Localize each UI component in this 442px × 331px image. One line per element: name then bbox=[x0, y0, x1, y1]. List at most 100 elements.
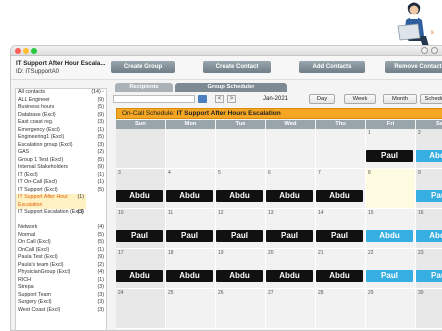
oncall-event[interactable]: Paul bbox=[216, 230, 263, 242]
oncall-event[interactable]: Paul bbox=[366, 270, 413, 282]
sidebar-group-item[interactable]: Paula Test (Excl) (9) bbox=[16, 254, 106, 262]
sidebar-group-item[interactable]: Internal Stakeholders (9) bbox=[16, 164, 106, 172]
sidebar-group-item[interactable]: Strepa (3) bbox=[16, 284, 106, 292]
sidebar-group-item[interactable]: IT Support (Excl) (5) bbox=[16, 187, 106, 195]
date-input[interactable] bbox=[113, 95, 195, 103]
oncall-event[interactable]: Abdu bbox=[216, 270, 263, 282]
sidebar-group-item[interactable]: RICH (1) bbox=[16, 277, 106, 285]
oncall-event[interactable]: Abdu bbox=[416, 230, 442, 242]
oncall-event[interactable]: Paul bbox=[166, 230, 213, 242]
day-cell[interactable]: 30 bbox=[416, 289, 442, 329]
oncall-event[interactable]: Abdu bbox=[166, 190, 213, 202]
next-month-button[interactable]: > bbox=[227, 95, 236, 103]
day-cell[interactable]: 29 bbox=[366, 289, 416, 329]
restore-icon[interactable] bbox=[431, 47, 438, 54]
sidebar-group-item[interactable]: On Call (Excl) (5) bbox=[16, 239, 106, 247]
minimize-window-icon[interactable] bbox=[23, 48, 29, 54]
tab-group-scheduler[interactable]: Group Scheduler bbox=[175, 83, 287, 92]
oncall-event[interactable]: Abdu bbox=[116, 270, 163, 282]
oncall-event[interactable]: Abdu bbox=[116, 190, 163, 202]
sidebar-group-item[interactable]: IT On-Call (Excl) (1) bbox=[16, 179, 106, 187]
sidebar-group-item[interactable]: ALL Engineer (9) bbox=[16, 97, 106, 105]
sidebar-group-item[interactable]: Business hours (5) bbox=[16, 104, 106, 112]
oncall-event[interactable]: Paul bbox=[366, 150, 413, 162]
sidebar-group-item[interactable]: East coast reg. (3) bbox=[16, 119, 106, 127]
day-cell[interactable]: 5 bbox=[216, 169, 266, 209]
sidebar-group-item[interactable]: Engineering1 (Excl) (5) bbox=[16, 134, 106, 142]
close-window-icon[interactable] bbox=[15, 48, 21, 54]
sidebar-group-item[interactable]: Network (4) bbox=[16, 224, 106, 232]
day-cell[interactable]: 13 bbox=[266, 209, 316, 249]
day-cell[interactable]: 4 bbox=[166, 169, 216, 209]
day-cell[interactable] bbox=[316, 129, 366, 169]
tab-recipients[interactable]: Recipients bbox=[115, 83, 173, 92]
day-cell[interactable]: 7 bbox=[316, 169, 366, 209]
day-cell[interactable] bbox=[116, 129, 166, 169]
oncall-event[interactable]: Paul bbox=[266, 230, 313, 242]
sidebar-group-item[interactable]: Group 1 Test (Excl) (5) bbox=[16, 157, 106, 165]
sidebar-group-item[interactable]: IT Support Escalation (Excl) (3) bbox=[16, 209, 86, 224]
day-cell[interactable]: 26 bbox=[216, 289, 266, 329]
day-cell[interactable] bbox=[266, 129, 316, 169]
day-cell[interactable]: 28 bbox=[316, 289, 366, 329]
oncall-event[interactable]: Paul bbox=[316, 230, 363, 242]
sidebar-group-item[interactable]: Paula's team (Excl) (2) bbox=[16, 262, 106, 270]
day-cell[interactable]: 17 bbox=[116, 249, 166, 289]
sidebar-group-item[interactable]: West Coast (Excl) (3) bbox=[16, 307, 106, 315]
minimize-icon[interactable] bbox=[421, 47, 428, 54]
day-cell[interactable]: 8 bbox=[366, 169, 416, 209]
day-cell[interactable] bbox=[216, 129, 266, 169]
day-cell[interactable]: 19 bbox=[216, 249, 266, 289]
day-cell[interactable]: 25 bbox=[166, 289, 216, 329]
oncall-event[interactable]: Abdu bbox=[416, 150, 442, 162]
sidebar-group-item[interactable]: Escalation group (Excl) (3) bbox=[16, 142, 106, 150]
sidebar-group-item[interactable]: Database (Excl) (9) bbox=[16, 112, 106, 120]
calendar-icon[interactable] bbox=[198, 95, 207, 103]
maximize-window-icon[interactable] bbox=[31, 48, 37, 54]
sidebar-group-item[interactable]: IT (Excl) (1) bbox=[16, 172, 106, 180]
sidebar-group-item[interactable]: GAS (2) bbox=[16, 149, 106, 157]
day-cell[interactable]: 14 bbox=[316, 209, 366, 249]
day-cell[interactable]: 10 bbox=[116, 209, 166, 249]
day-cell[interactable]: 23 bbox=[416, 249, 442, 289]
oncall-event[interactable]: Abdu bbox=[266, 190, 313, 202]
day-cell[interactable]: 11 bbox=[166, 209, 216, 249]
remove-contact-button[interactable]: Remove Contact bbox=[385, 61, 442, 73]
oncall-event[interactable]: Abdu bbox=[266, 270, 313, 282]
oncall-event[interactable]: Abdu bbox=[316, 270, 363, 282]
sidebar-group-item[interactable]: Normal (5) bbox=[16, 232, 106, 240]
day-cell[interactable]: 21 bbox=[316, 249, 366, 289]
day-cell[interactable] bbox=[166, 129, 216, 169]
sidebar-group-item[interactable]: PhysicianGroup (Excl) (4) bbox=[16, 269, 106, 277]
day-cell[interactable]: 12 bbox=[216, 209, 266, 249]
create-contact-button[interactable]: Create Contact bbox=[203, 61, 271, 73]
day-cell[interactable]: 16 bbox=[416, 209, 442, 249]
sidebar-group-item[interactable]: Surgery (Excl) (3) bbox=[16, 299, 106, 307]
schedules-view-button[interactable]: Schedules bbox=[420, 94, 442, 104]
create-group-button[interactable]: Create Group bbox=[111, 61, 175, 73]
month-view-button[interactable]: Month bbox=[383, 94, 417, 104]
oncall-event[interactable]: Abdu bbox=[366, 230, 413, 242]
day-cell[interactable]: 27 bbox=[266, 289, 316, 329]
day-cell[interactable]: 3 bbox=[116, 169, 166, 209]
day-cell[interactable]: 24 bbox=[116, 289, 166, 329]
day-view-button[interactable]: Day bbox=[309, 94, 335, 104]
oncall-event[interactable]: Abdu bbox=[316, 190, 363, 202]
sidebar-group-item[interactable]: Emergency (Excl) (1) bbox=[16, 127, 106, 135]
oncall-event[interactable]: Paul bbox=[416, 270, 442, 282]
day-cell[interactable]: 15 bbox=[366, 209, 416, 249]
day-cell[interactable]: 18 bbox=[166, 249, 216, 289]
oncall-event[interactable]: Abdu bbox=[216, 190, 263, 202]
day-cell[interactable]: 2 bbox=[416, 129, 442, 169]
sidebar-group-item[interactable]: All contacts (14) - bbox=[16, 89, 106, 97]
day-cell[interactable]: 22 bbox=[366, 249, 416, 289]
week-view-button[interactable]: Week bbox=[344, 94, 376, 104]
oncall-event[interactable]: Paul bbox=[116, 230, 163, 242]
prev-month-button[interactable]: < bbox=[215, 95, 224, 103]
oncall-event[interactable]: Abdu bbox=[166, 270, 213, 282]
oncall-event[interactable]: Paul bbox=[416, 190, 442, 202]
day-cell[interactable]: 6 bbox=[266, 169, 316, 209]
day-cell[interactable]: 20 bbox=[266, 249, 316, 289]
sidebar-group-item[interactable]: OnCall (Excl) (1) bbox=[16, 247, 106, 255]
sidebar-group-item[interactable]: IT Support After Hour Escalation (1) bbox=[16, 194, 86, 209]
